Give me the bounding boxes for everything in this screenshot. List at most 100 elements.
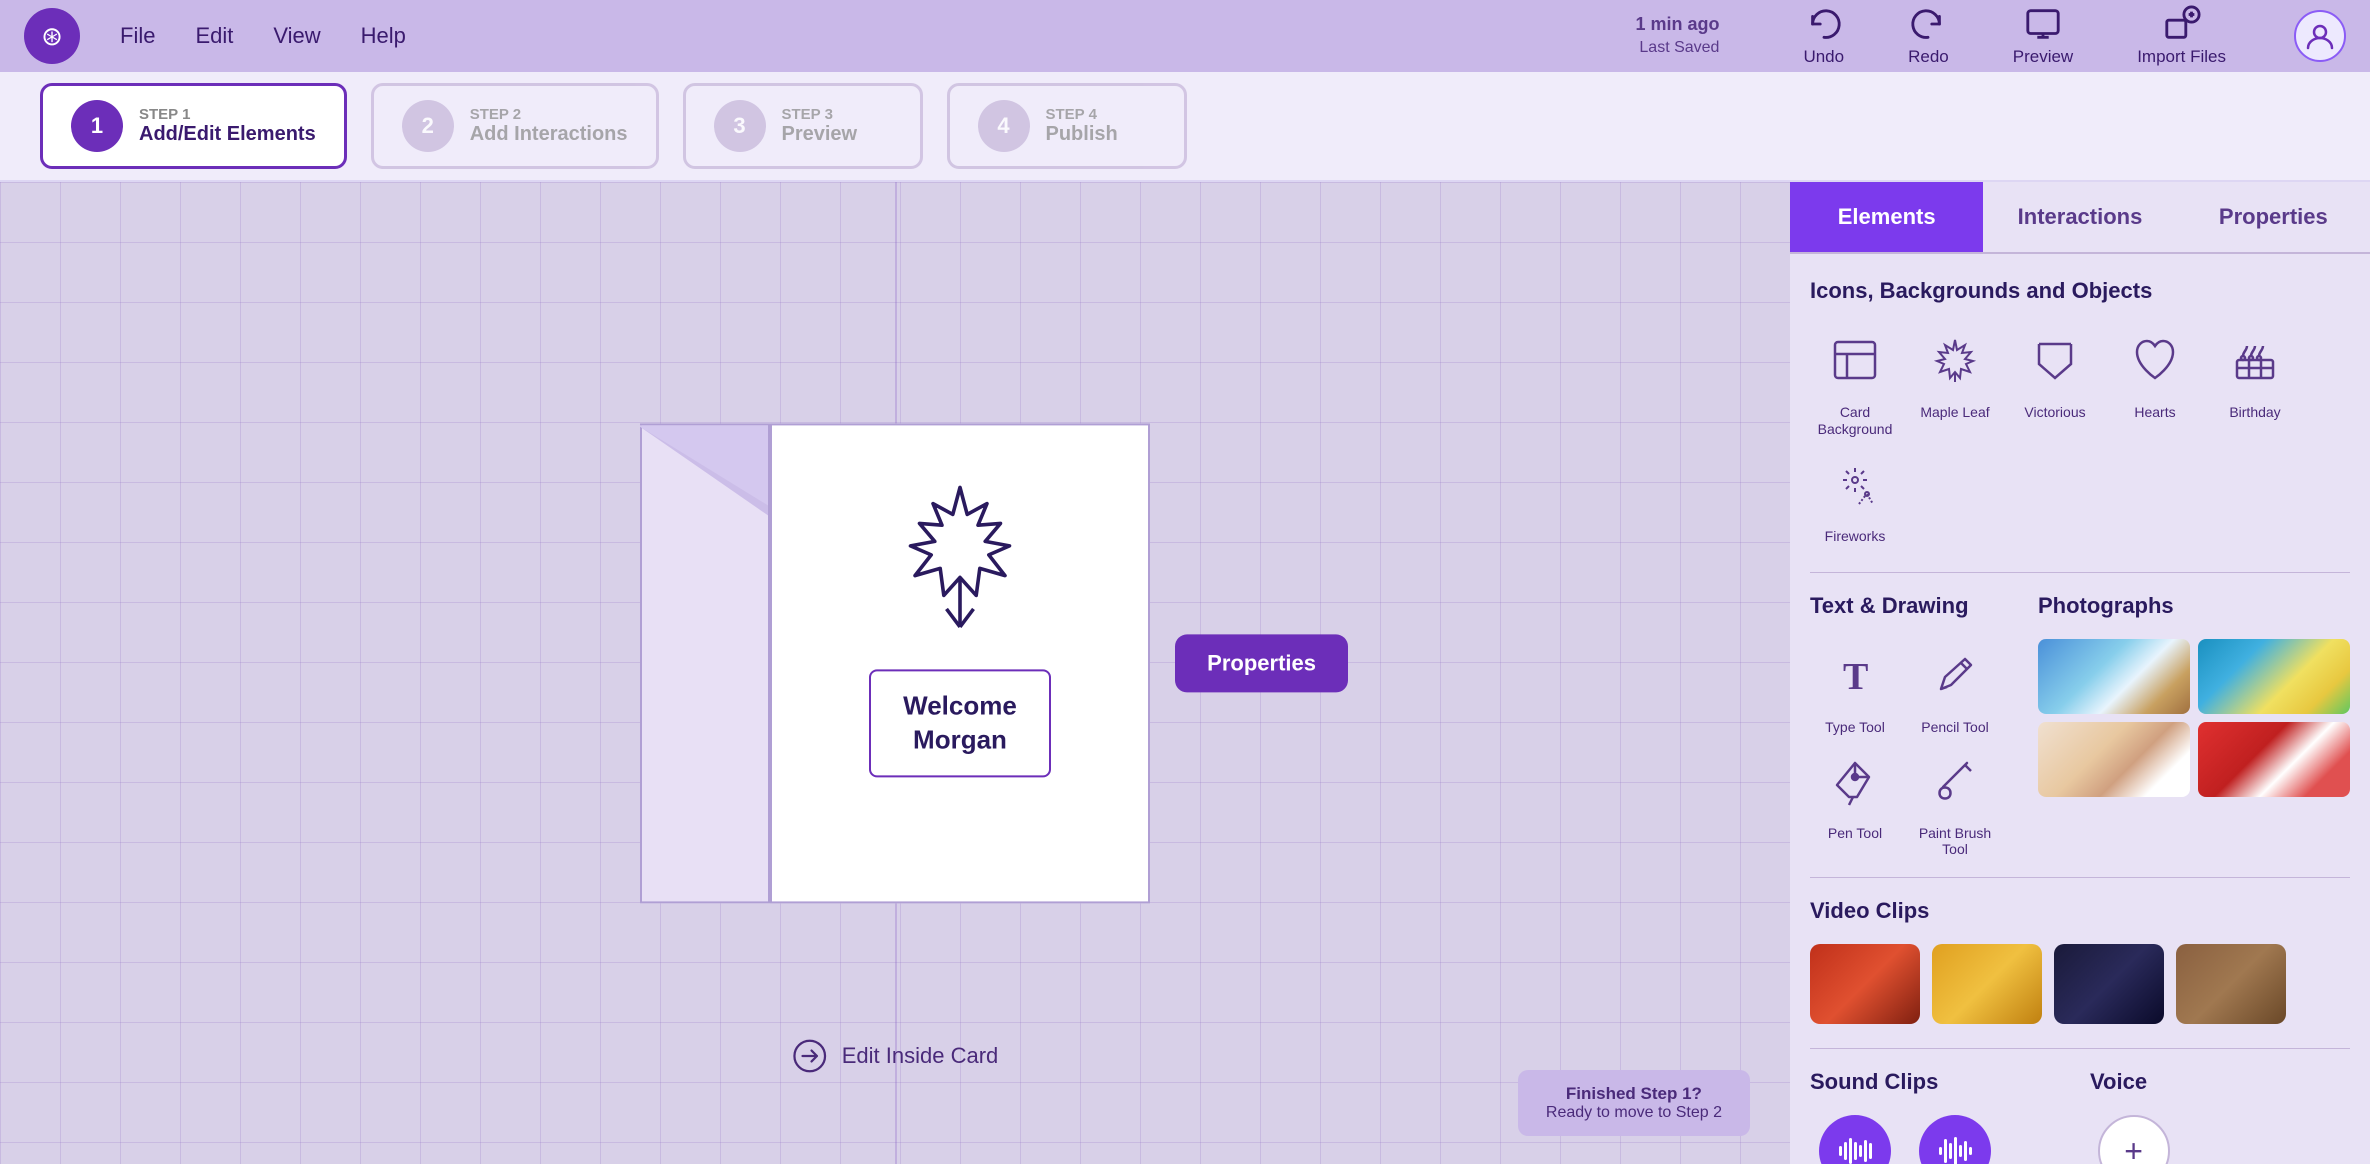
- paint-brush-tool-icon: [1919, 745, 1991, 817]
- menu-file[interactable]: File: [120, 23, 155, 49]
- step-4-label: STEP 4: [1046, 106, 1118, 123]
- menu-view[interactable]: View: [273, 23, 320, 49]
- card-main[interactable]: WelcomeMorgan Properties: [770, 423, 1150, 903]
- type-tool-label: Type Tool: [1825, 719, 1885, 735]
- paint-brush-tool-label: Paint Brush Tool: [1910, 825, 2000, 857]
- icon-birthday[interactable]: Birthday: [2210, 324, 2300, 438]
- canvas-area[interactable]: WelcomeMorgan Properties Edit Inside Car…: [0, 182, 1790, 1164]
- hearts-label: Hearts: [2134, 404, 2175, 421]
- sound-clips-title: Sound Clips: [1810, 1069, 2070, 1095]
- step-4-name: Publish: [1046, 123, 1118, 146]
- add-recording-icon: +: [2098, 1115, 2170, 1164]
- birthday-icon: [2219, 324, 2291, 396]
- icon-hearts[interactable]: Hearts: [2110, 324, 2200, 438]
- welcome-text-box[interactable]: WelcomeMorgan: [869, 669, 1051, 777]
- pen-tool-label: Pen Tool: [1828, 825, 1882, 841]
- step-1-name: Add/Edit Elements: [139, 123, 316, 146]
- pencil-tool-icon: [1919, 639, 1991, 711]
- icon-victorious[interactable]: Victorious: [2010, 324, 2100, 438]
- sound-dramatic[interactable]: Dramatic: [1910, 1115, 2000, 1164]
- sound-items: Happy: [1810, 1115, 2070, 1164]
- user-avatar[interactable]: [2294, 10, 2346, 62]
- step-4[interactable]: 4 STEP 4 Publish: [947, 83, 1187, 169]
- paint-brush-tool[interactable]: Paint Brush Tool: [1910, 745, 2000, 857]
- photo-mountains[interactable]: [2038, 639, 2190, 714]
- redo-button[interactable]: Redo: [1896, 1, 1961, 71]
- birthday-label: Birthday: [2229, 404, 2280, 421]
- type-tool-icon: T: [1819, 639, 1891, 711]
- step-3-label: STEP 3: [782, 106, 858, 123]
- maple-leaf-svg: [870, 469, 1050, 649]
- step-3-number: 3: [714, 100, 766, 152]
- divider-1: [1810, 572, 2350, 573]
- video-clip-2[interactable]: [1932, 944, 2042, 1024]
- divider-2: [1810, 877, 2350, 878]
- card-flap: [640, 423, 770, 903]
- welcome-text: WelcomeMorgan: [903, 689, 1017, 757]
- pencil-tool[interactable]: Pencil Tool: [1910, 639, 2000, 735]
- card-container: WelcomeMorgan Properties: [640, 423, 1150, 903]
- step-2-number: 2: [402, 100, 454, 152]
- video-clip-4[interactable]: [2176, 944, 2286, 1024]
- text-drawing-title: Text & Drawing: [1810, 593, 2018, 619]
- photographs-title: Photographs: [2038, 593, 2350, 619]
- tools-grid: T Type Tool: [1810, 639, 2018, 857]
- menu-help[interactable]: Help: [361, 23, 406, 49]
- sound-clips-section: Sound Clips: [1810, 1069, 2070, 1164]
- svg-text:T: T: [1843, 656, 1868, 698]
- import-files-button[interactable]: Import Files: [2125, 1, 2238, 71]
- finish-line1: Finished Step 1?: [1546, 1084, 1722, 1104]
- step-1[interactable]: 1 STEP 1 Add/Edit Elements: [40, 83, 347, 169]
- maple-leaf-label: Maple Leaf: [1920, 404, 1989, 421]
- card-background-icon: [1819, 324, 1891, 396]
- save-info: 1 min ago Last Saved: [1635, 12, 1719, 60]
- edit-inside-card-button[interactable]: Edit Inside Card: [792, 1038, 999, 1074]
- properties-bubble[interactable]: Properties: [1175, 634, 1348, 692]
- photo-beach[interactable]: [2198, 639, 2350, 714]
- photos-grid: [2038, 639, 2350, 797]
- photo-cake[interactable]: [2038, 722, 2190, 797]
- step-2[interactable]: 2 STEP 2 Add Interactions: [371, 83, 659, 169]
- card-background-label: Card Background: [1810, 404, 1900, 438]
- sound-dramatic-icon: [1919, 1115, 1991, 1164]
- icon-card-background[interactable]: Card Background: [1810, 324, 1900, 438]
- hearts-icon: [2119, 324, 2191, 396]
- undo-button[interactable]: Undo: [1791, 1, 1856, 71]
- text-drawing-section: Text & Drawing T Type Tool: [1810, 593, 2018, 857]
- sound-voice-section: Sound Clips: [1810, 1069, 2350, 1164]
- finish-step-button[interactable]: Finished Step 1? Ready to move to Step 2: [1518, 1070, 1750, 1136]
- video-clip-3[interactable]: [2054, 944, 2164, 1024]
- logo[interactable]: ⊛: [24, 8, 80, 64]
- step-1-number: 1: [71, 100, 123, 152]
- sound-happy-icon: [1819, 1115, 1891, 1164]
- fireworks-label: Fireworks: [1825, 528, 1886, 545]
- step-2-name: Add Interactions: [470, 123, 628, 146]
- video-clips-row: [1810, 944, 2350, 1024]
- step-3[interactable]: 3 STEP 3 Preview: [683, 83, 923, 169]
- maple-leaf-icon-thumb: [1919, 324, 1991, 396]
- icon-maple-leaf[interactable]: Maple Leaf: [1910, 324, 2000, 438]
- icon-fireworks[interactable]: Fireworks: [1810, 448, 1900, 545]
- type-tool[interactable]: T Type Tool: [1810, 639, 1900, 735]
- step-4-number: 4: [978, 100, 1030, 152]
- panel-tabs: Elements Interactions Properties: [1790, 182, 2370, 254]
- sound-happy[interactable]: Happy: [1810, 1115, 1900, 1164]
- icons-section-title: Icons, Backgrounds and Objects: [1810, 278, 2350, 304]
- preview-button[interactable]: Preview: [2001, 1, 2085, 71]
- edit-inside-label: Edit Inside Card: [842, 1043, 999, 1069]
- video-clip-1[interactable]: [1810, 944, 1920, 1024]
- text-drawing-photos: Text & Drawing T Type Tool: [1810, 593, 2350, 857]
- icons-grid: Card Background Maple Leaf: [1810, 324, 2350, 544]
- tab-elements[interactable]: Elements: [1790, 182, 1983, 252]
- voice-items: + Add recording: [2090, 1115, 2350, 1164]
- add-recording-button[interactable]: + Add recording: [2090, 1115, 2177, 1164]
- topbar: ⊛ File Edit View Help 1 min ago Last Sav…: [0, 0, 2370, 72]
- finish-line2: Ready to move to Step 2: [1546, 1104, 1722, 1122]
- menu-edit[interactable]: Edit: [195, 23, 233, 49]
- tab-interactions[interactable]: Interactions: [1983, 182, 2176, 252]
- steps-bar: 1 STEP 1 Add/Edit Elements 2 STEP 2 Add …: [0, 72, 2370, 182]
- photo-gift[interactable]: [2198, 722, 2350, 797]
- pen-tool[interactable]: Pen Tool: [1810, 745, 1900, 857]
- photographs-section: Photographs: [2038, 593, 2350, 857]
- tab-properties[interactable]: Properties: [2177, 182, 2370, 252]
